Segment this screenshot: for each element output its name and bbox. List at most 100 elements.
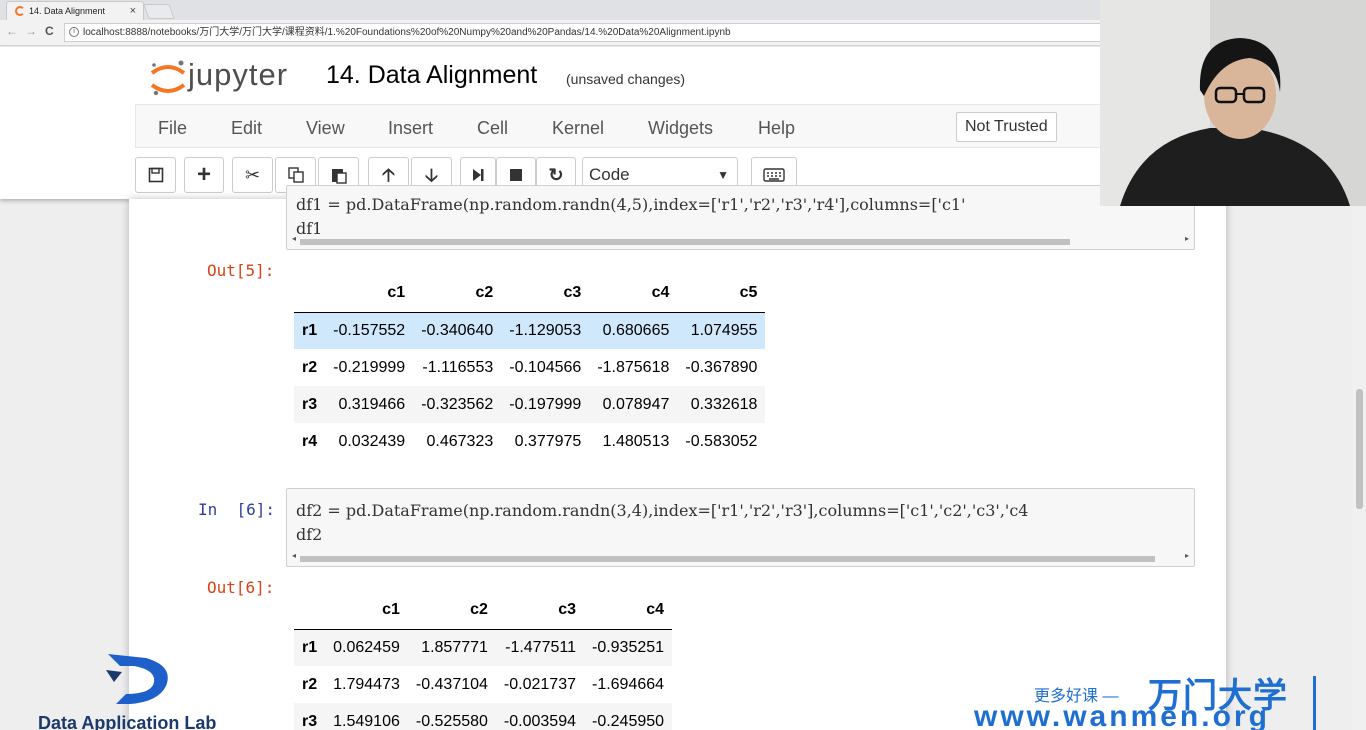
scrollbar-thumb[interactable] [1356, 389, 1363, 509]
horizontal-scrollbar[interactable]: ◂ ▸ [292, 234, 1189, 246]
row-index: r2 [302, 358, 318, 376]
column-header: c5 [677, 275, 766, 313]
not-trusted-button[interactable]: Not Trusted [956, 112, 1057, 142]
scrollbar-thumb[interactable] [300, 239, 1070, 245]
jupyter-logo-text[interactable]: jupyter [188, 57, 288, 93]
table-cell: 0.377975 [514, 432, 582, 450]
table-cell: -0.219999 [333, 358, 406, 376]
menu-edit[interactable]: Edit [231, 118, 262, 139]
webcam-overlay [1100, 0, 1366, 206]
table-header-row: c1 c2 c3 c4 [294, 592, 673, 630]
table-row: r3 1.549106 -0.525580 -0.003594 -0.24595… [294, 703, 673, 730]
row-index: r1 [302, 638, 318, 656]
url-text: localhost:8888/notebooks/万门大学/万门大学/课程资料/… [83, 27, 731, 38]
cut-button[interactable]: ✂ [232, 157, 273, 193]
code-line: df1 = pd.DataFrame(np.random.randn(4,5),… [296, 195, 966, 214]
dataframe-output-df1: c1 c2 c3 c4 c5 r1 -0.157552 -0.340640 -1… [294, 275, 766, 460]
menu-kernel[interactable]: Kernel [552, 118, 604, 139]
table-cell: 0.032439 [338, 432, 406, 450]
table-cell: -0.003594 [503, 712, 576, 730]
data-application-lab-text: Data Application Lab [38, 713, 217, 730]
table-cell: 0.467323 [426, 432, 494, 450]
output-prompt: Out[6]: [207, 578, 275, 597]
plus-icon: + [196, 161, 211, 188]
row-index: r1 [302, 321, 318, 339]
table-row: r2 1.794473 -0.437104 -0.021737 -1.69466… [294, 666, 672, 703]
table-cell: 1.794473 [333, 675, 400, 693]
horizontal-scrollbar[interactable]: ◂ ▸ [292, 551, 1189, 563]
table-cell: -0.367890 [685, 358, 758, 376]
table-cell: -0.323562 [421, 395, 494, 413]
page-scrollbar[interactable] [1352, 199, 1366, 730]
code-line: df2 [296, 525, 323, 544]
copy-icon [287, 167, 304, 183]
row-index: r4 [302, 432, 318, 450]
code-line: df1 [296, 219, 323, 238]
tab-close-icon[interactable]: × [130, 2, 136, 20]
keyboard-icon [763, 168, 785, 182]
table-cell: -0.104566 [509, 358, 582, 376]
table-row: r3 0.319466 -0.323562 -0.197999 0.078947… [294, 386, 766, 423]
table-cell: -1.116553 [422, 358, 494, 376]
menu-help[interactable]: Help [758, 118, 795, 139]
menu-view[interactable]: View [306, 118, 345, 139]
table-cell: 0.078947 [602, 395, 670, 413]
scrollbar-thumb[interactable] [300, 556, 1155, 562]
table-cell: -0.525580 [415, 712, 488, 730]
scroll-right-icon[interactable]: ▸ [1185, 234, 1189, 243]
table-row: r2 -0.219999 -1.116553 -0.104566 -1.8756… [294, 349, 765, 386]
menu-cell[interactable]: Cell [477, 118, 508, 139]
table-cell: -0.197999 [509, 395, 582, 413]
table-cell: -0.021737 [503, 675, 576, 693]
info-icon[interactable]: i [69, 27, 79, 37]
scroll-left-icon[interactable]: ◂ [292, 234, 296, 243]
watermark-divider [1313, 676, 1316, 730]
table-row: r4 0.032439 0.467323 0.377975 1.480513 -… [294, 423, 765, 460]
tab-title: 14. Data Alignment [29, 6, 106, 16]
scroll-left-icon[interactable]: ◂ [292, 551, 296, 560]
column-header: c4 [589, 275, 678, 313]
url-input[interactable]: i localhost:8888/notebooks/万门大学/万门大学/课程资… [64, 23, 1104, 42]
column-header: c1 [325, 592, 408, 630]
back-icon[interactable]: ← [6, 24, 18, 38]
insert-cell-button[interactable]: + [184, 157, 224, 193]
paste-icon [331, 169, 347, 184]
row-index: r3 [302, 712, 318, 730]
browser-tab[interactable]: 14. Data Alignment × [6, 1, 144, 20]
new-tab-button[interactable] [143, 4, 175, 19]
dal-logo-icon [106, 654, 168, 704]
row-index: r2 [302, 675, 318, 693]
column-header: c3 [501, 275, 590, 313]
forward-icon[interactable]: → [25, 24, 37, 38]
table-cell: -1.875618 [597, 358, 670, 376]
step-forward-icon [473, 169, 484, 181]
jupyter-favicon-icon [15, 6, 25, 16]
menu-insert[interactable]: Insert [388, 118, 433, 139]
menu-widgets[interactable]: Widgets [648, 118, 713, 139]
save-button[interactable] [135, 157, 176, 193]
table-cell: -0.157552 [333, 321, 406, 339]
wanmen-url: www.wanmen.org [974, 700, 1270, 730]
table-cell: -0.245950 [591, 712, 665, 730]
menu-file[interactable]: File [158, 118, 187, 139]
row-index: r3 [302, 395, 318, 413]
code-line: df2 = pd.DataFrame(np.random.randn(3,4),… [296, 501, 1029, 520]
table-row: r1 0.062459 1.857771 -1.477511 -0.935251 [294, 629, 673, 666]
table-row: r1 -0.157552 -0.340640 -1.129053 0.68066… [294, 312, 766, 349]
jupyter-logo-icon [150, 60, 186, 96]
code-cell-6[interactable]: df2 = pd.DataFrame(np.random.randn(3,4),… [286, 488, 1195, 567]
scroll-right-icon[interactable]: ▸ [1185, 551, 1189, 560]
table-cell: 1.549106 [333, 712, 400, 730]
table-cell: 1.074955 [690, 321, 758, 339]
presenter-image [1100, 0, 1366, 206]
table-cell: -1.694664 [591, 675, 665, 693]
reload-icon[interactable]: C [45, 24, 54, 38]
scissors-icon: ✂ [244, 165, 261, 185]
code-cell-5[interactable]: df1 = pd.DataFrame(np.random.randn(4,5),… [286, 185, 1195, 250]
column-header: c3 [495, 592, 584, 630]
table-cell: 0.680665 [602, 321, 670, 339]
column-header: c2 [413, 275, 502, 313]
notebook-title[interactable]: 14. Data Alignment [326, 61, 537, 90]
input-prompt: In [6]: [198, 500, 276, 519]
table-cell: 1.480513 [602, 432, 670, 450]
